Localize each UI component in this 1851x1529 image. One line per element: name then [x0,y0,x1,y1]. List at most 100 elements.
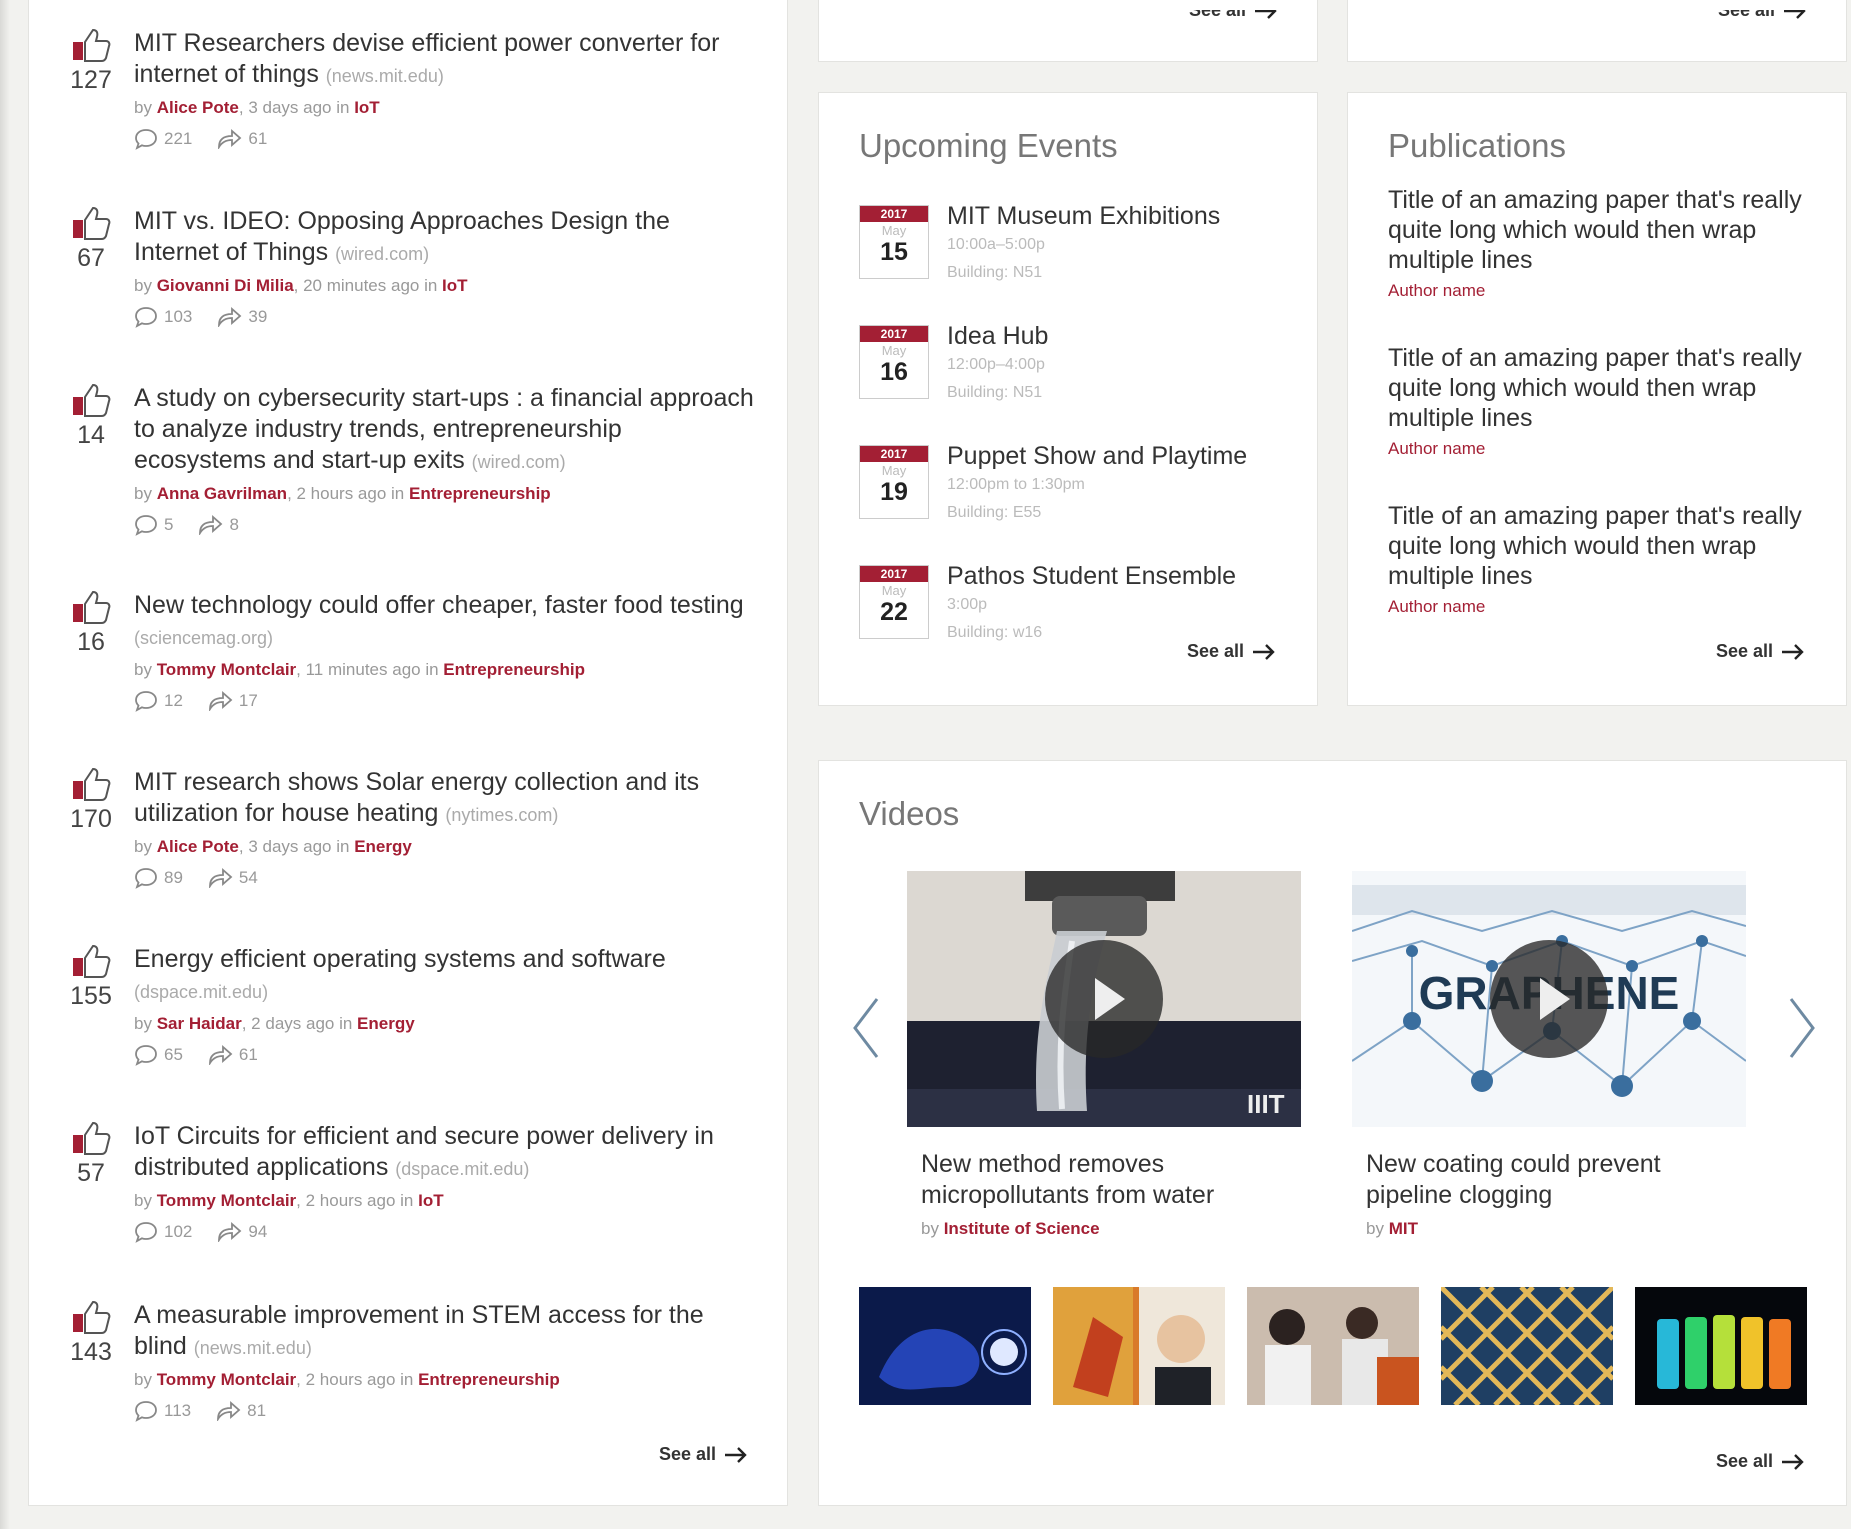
thumbs-up-icon[interactable] [71,383,111,417]
publication-title[interactable]: Title of an amazing paper that's really … [1388,185,1818,275]
thumbs-up-icon[interactable] [71,767,111,801]
story-author[interactable]: Alice Pote [157,837,239,856]
comment-icon[interactable] [134,306,158,328]
video-strip-thumb-biology[interactable] [859,1287,1031,1405]
comment-icon[interactable] [134,514,158,536]
share-icon[interactable] [216,1222,242,1242]
video-card[interactable]: GRAPHENE New coating could prevent pipel… [1352,871,1752,1239]
publication-author[interactable]: Author name [1388,597,1818,617]
thumbs-up-icon[interactable] [71,28,111,62]
share-stat[interactable]: 61 [207,1045,258,1065]
video-thumbnail[interactable]: IIIT [907,871,1301,1127]
video-card[interactable]: IIIT New method removes micropollutants … [907,871,1307,1239]
carousel-prev-icon[interactable] [847,993,887,1063]
video-strip-thumb-quantum-dots[interactable] [1635,1287,1807,1405]
event-details: Puppet Show and Playtime 12:00pm to 1:30p… [947,441,1297,527]
thumbs-up-icon[interactable] [71,944,111,978]
videos-see-all-link[interactable]: See all [1716,1451,1805,1472]
story-author[interactable]: Tommy Montclair [157,660,296,679]
publication-author[interactable]: Author name [1388,439,1818,459]
share-icon[interactable] [207,868,233,888]
play-button-icon[interactable] [1045,940,1163,1058]
share-stat[interactable]: 81 [215,1401,266,1421]
story-category[interactable]: Energy [357,1014,415,1033]
story-title[interactable]: MIT research shows Solar energy collecti… [134,768,699,827]
event-item[interactable]: 2017 May 16 Idea Hub 12:00p–4:00p Building: N… [859,321,1299,411]
story-source: (wired.com) [471,452,566,472]
comment-stat[interactable]: 5 [134,514,173,536]
story-title[interactable]: A study on cybersecurity start-ups : a f… [134,384,754,474]
share-stat[interactable]: 8 [197,515,239,535]
share-icon[interactable] [207,1045,233,1065]
carousel-next-icon[interactable] [1781,993,1821,1063]
share-icon[interactable] [215,1401,241,1421]
video-title[interactable]: New method removes micropollutants from … [921,1149,1301,1211]
news-see-all-link[interactable]: See all [659,1444,748,1465]
story-title[interactable]: New technology could offer cheaper, fast… [134,591,744,619]
video-author[interactable]: Institute of Science [944,1219,1100,1238]
comment-icon[interactable] [134,1044,158,1066]
share-icon[interactable] [197,515,223,535]
story-category[interactable]: IoT [354,98,380,117]
video-author[interactable]: MIT [1389,1219,1418,1238]
story-category[interactable]: IoT [418,1191,444,1210]
event-item[interactable]: 2017 May 15 MIT Museum Exhibitions 10:00a–5:… [859,201,1299,291]
thumbs-up-icon[interactable] [71,1300,111,1334]
share-stat[interactable]: 54 [207,868,258,888]
story-author[interactable]: Giovanni Di Milia [157,276,294,295]
video-strip-thumb-lab[interactable] [1247,1287,1419,1405]
publication-title[interactable]: Title of an amazing paper that's really … [1388,343,1818,433]
story-category[interactable]: Entrepreneurship [409,484,551,503]
share-stat[interactable]: 94 [216,1222,267,1242]
comment-icon[interactable] [134,1400,158,1422]
video-strip-thumb-lattice[interactable] [1441,1287,1613,1405]
event-item[interactable]: 2017 May 22 Pathos Student Ensemble 3:00p Bui… [859,561,1299,651]
comment-stat[interactable]: 12 [134,690,183,712]
thumbs-up-icon[interactable] [71,590,111,624]
comment-icon[interactable] [134,690,158,712]
story-author[interactable]: Anna Gavrilman [157,484,287,503]
calendar-date-icon: 2017 May 15 [859,205,929,279]
share-icon[interactable] [207,691,233,711]
story-category[interactable]: Entrepreneurship [418,1370,560,1389]
publications-see-all-link[interactable]: See all [1716,641,1805,662]
story-author[interactable]: Tommy Montclair [157,1370,296,1389]
stub-see-all-link[interactable]: See all [1718,10,1807,21]
story-author[interactable]: Tommy Montclair [157,1191,296,1210]
story-title[interactable]: Energy efficient operating systems and s… [134,945,666,973]
event-title[interactable]: Pathos Student Ensemble [947,561,1297,591]
story-author[interactable]: Sar Haidar [157,1014,242,1033]
event-title[interactable]: MIT Museum Exhibitions [947,201,1297,231]
story-category[interactable]: Entrepreneurship [443,660,585,679]
comment-stat[interactable]: 103 [134,306,192,328]
story-category[interactable]: IoT [442,276,468,295]
comment-stat[interactable]: 221 [134,128,192,150]
share-icon[interactable] [216,307,242,327]
video-title[interactable]: New coating could prevent pipeline clogg… [1366,1149,1746,1211]
story-author[interactable]: Alice Pote [157,98,239,117]
publication-title[interactable]: Title of an amazing paper that's really … [1388,501,1818,591]
comment-icon[interactable] [134,867,158,889]
stub-see-all-link[interactable]: See all [1189,10,1278,21]
share-stat[interactable]: 61 [216,129,267,149]
comment-stat[interactable]: 89 [134,867,183,889]
comment-stat[interactable]: 102 [134,1221,192,1243]
comment-stat[interactable]: 113 [134,1400,191,1422]
event-title[interactable]: Puppet Show and Playtime [947,441,1297,471]
events-see-all-link[interactable]: See all [1187,641,1276,662]
share-stat[interactable]: 17 [207,691,258,711]
thumbs-up-icon[interactable] [71,206,111,240]
play-button-icon[interactable] [1490,940,1608,1058]
story-category[interactable]: Energy [354,837,412,856]
comment-icon[interactable] [134,128,158,150]
comment-stat[interactable]: 65 [134,1044,183,1066]
thumbs-up-icon[interactable] [71,1121,111,1155]
video-thumbnail[interactable]: GRAPHENE [1352,871,1746,1127]
publication-author[interactable]: Author name [1388,281,1818,301]
share-stat[interactable]: 39 [216,307,267,327]
video-strip-thumb-portrait[interactable] [1053,1287,1225,1405]
share-icon[interactable] [216,129,242,149]
event-item[interactable]: 2017 May 19 Puppet Show and Playtime 12:00pm… [859,441,1299,531]
event-title[interactable]: Idea Hub [947,321,1297,351]
comment-icon[interactable] [134,1221,158,1243]
